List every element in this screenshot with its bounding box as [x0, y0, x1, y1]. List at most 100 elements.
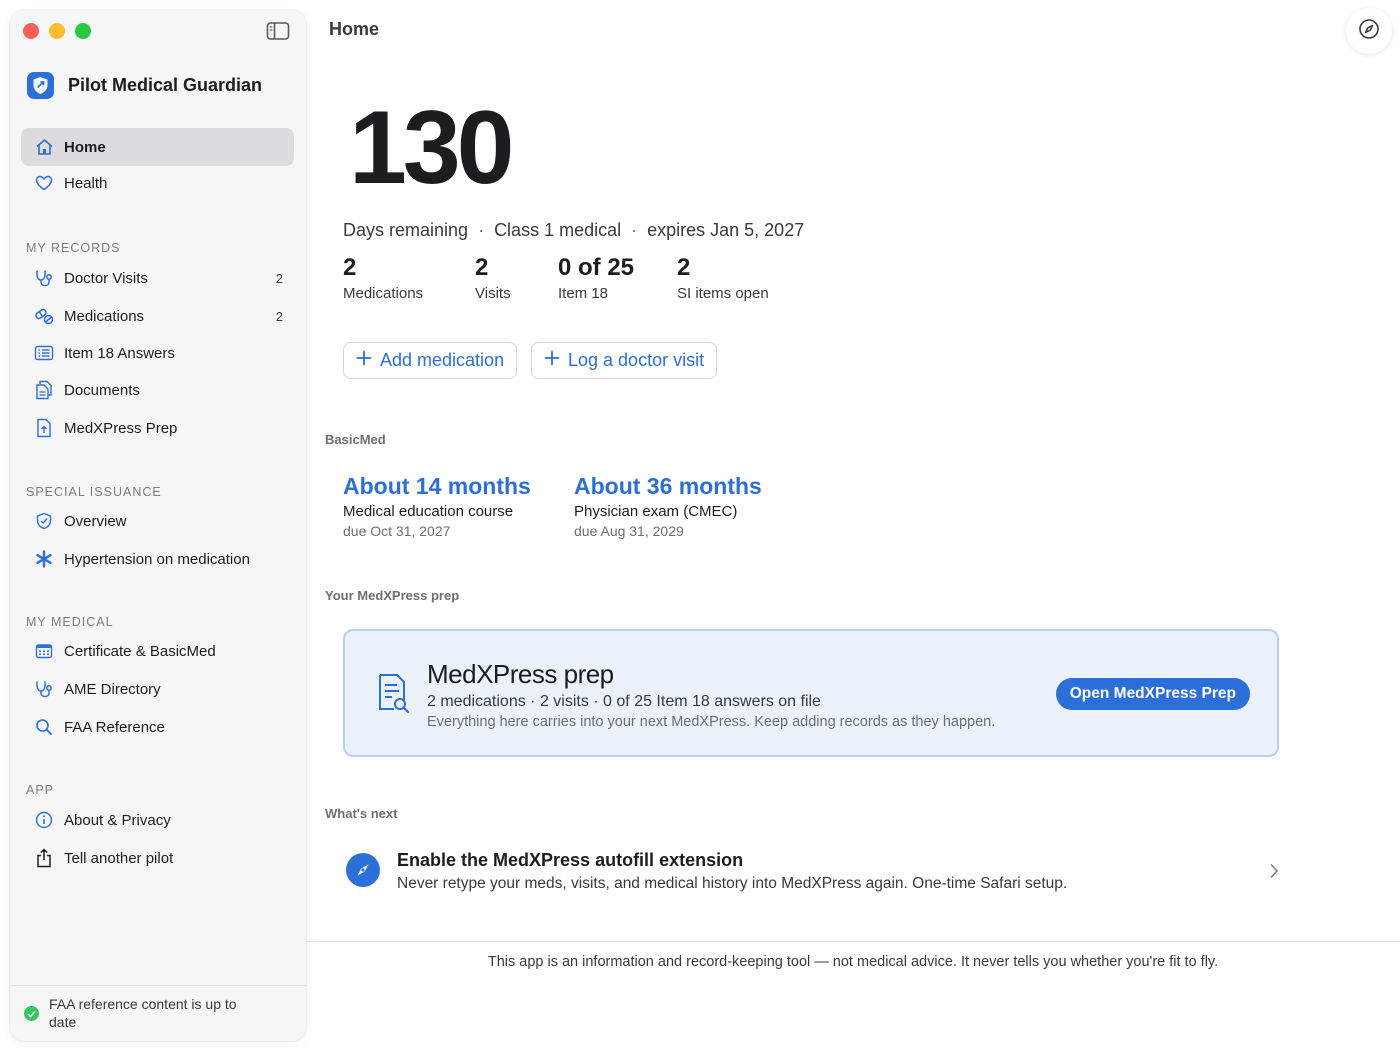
sidebar-item-overview[interactable]: Overview	[21, 502, 294, 540]
sidebar-item-medications[interactable]: Medications 2	[21, 297, 294, 335]
sidebar-item-label: Tell another pilot	[64, 849, 174, 867]
sidebar-item-medxpress-prep[interactable]: MedXPress Prep	[21, 409, 294, 447]
info-icon	[34, 810, 54, 830]
sidebar-item-label: Health	[64, 174, 108, 192]
section-label-special-issuance: SPECIAL ISSUANCE	[26, 485, 162, 499]
basicmed-time: About 36 months	[574, 473, 762, 499]
stat-label: Visits	[475, 285, 511, 302]
close-window-button[interactable]	[23, 23, 39, 39]
footer-divider	[306, 941, 1400, 942]
button-label: Add medication	[380, 350, 505, 370]
count-badge: 2	[275, 270, 283, 286]
share-icon	[34, 848, 54, 868]
section-label-my-medical: MY MEDICAL	[26, 615, 114, 629]
separator: ·	[631, 220, 638, 240]
days-remaining-label: Days remaining	[343, 220, 469, 240]
medical-class: Class 1 medical	[494, 220, 622, 240]
stat-label: Item 18	[558, 285, 609, 302]
sidebar-item-certificate-basicmed[interactable]: Certificate & BasicMed	[21, 632, 294, 670]
sidebar-item-label: Item 18 Answers	[64, 344, 175, 362]
basicmed-due: due Aug 31, 2029	[574, 523, 684, 539]
disclaimer-text: This app is an information and record-ke…	[487, 954, 1219, 970]
medical-summary: Days remaining · Class 1 medical · expir…	[343, 220, 804, 241]
safari-compass-icon	[346, 853, 380, 887]
document-upload-icon	[34, 418, 54, 438]
sidebar-item-doctor-visits[interactable]: Doctor Visits 2	[21, 259, 294, 297]
stat-value: 0 of 25	[558, 254, 635, 281]
heart-icon	[34, 173, 54, 193]
open-medxpress-prep-button[interactable]: Open MedXPress Prep	[1055, 678, 1250, 710]
prep-section-label: Your MedXPress prep	[325, 588, 460, 603]
whats-next-section-label: What's next	[325, 806, 398, 821]
button-label: Log a doctor visit	[568, 350, 705, 370]
medxpress-prep-card: MedXPress prep 2 medications · 2 visits …	[343, 629, 1279, 757]
minimize-window-button[interactable]	[49, 23, 65, 39]
sidebar-item-ame-directory[interactable]: AME Directory	[21, 670, 294, 708]
prep-card-summary: 2 medications · 2 visits · 0 of 25 Item …	[427, 693, 821, 710]
compass-icon	[1358, 18, 1380, 45]
basicmed-due: due Oct 31, 2027	[343, 523, 451, 539]
pills-icon	[34, 306, 54, 326]
sidebar-toggle-icon[interactable]	[266, 21, 290, 41]
app-title: Pilot Medical Guardian	[68, 75, 263, 95]
sidebar-item-about-privacy[interactable]: About & Privacy	[21, 801, 294, 839]
sidebar-item-health[interactable]: Health	[21, 164, 294, 202]
basicmed-course: About 14 months Medical education course…	[343, 473, 531, 539]
stat-value: 2	[677, 254, 691, 281]
plus-icon	[544, 350, 560, 371]
sidebar-item-label: Documents	[64, 381, 140, 399]
search-icon	[34, 717, 54, 737]
sidebar-item-home[interactable]: Home	[21, 128, 294, 166]
app-brand: Pilot Medical Guardian	[27, 72, 262, 99]
stat-si-items: 2 SI items open	[677, 254, 769, 302]
sidebar-item-label: FAA Reference	[64, 718, 165, 736]
sidebar-item-label: Medications	[64, 307, 145, 325]
sidebar-item-label: MedXPress Prep	[64, 419, 178, 437]
next-step-title: Enable the MedXPress autofill extension	[397, 850, 744, 870]
check-circle-icon	[24, 1006, 39, 1021]
prep-card-note: Everything here carries into your next M…	[427, 714, 996, 730]
house-icon	[34, 137, 54, 157]
sidebar-item-label: Overview	[64, 512, 127, 530]
sidebar-item-label: AME Directory	[64, 680, 161, 698]
next-step-description: Never retype your meds, visits, and medi…	[397, 875, 1068, 892]
sidebar: Pilot Medical Guardian Home Health MY RE…	[10, 10, 306, 1041]
sidebar-footer-status: FAA reference content is up to date	[10, 985, 306, 1041]
basicmed-section-label: BasicMed	[325, 432, 386, 447]
sidebar-item-item-18-answers[interactable]: Item 18 Answers	[21, 334, 294, 372]
sidebar-item-label: Home	[64, 138, 106, 156]
app-logo-icon	[27, 72, 54, 99]
plus-icon	[356, 350, 372, 371]
shield-check-icon	[34, 511, 54, 531]
chevron-right-icon	[1267, 862, 1281, 880]
separator: ·	[478, 220, 485, 240]
stat-visits: 2 Visits	[475, 254, 511, 302]
stat-item-18: 0 of 25 Item 18	[558, 254, 634, 302]
calendar-icon	[34, 641, 54, 661]
stethoscope-icon	[34, 268, 54, 288]
sidebar-item-faa-reference[interactable]: FAA Reference	[21, 708, 294, 746]
stat-value: 2	[475, 254, 489, 281]
days-remaining-number: 130	[349, 90, 515, 206]
stethoscope-icon	[34, 679, 54, 699]
list-icon	[34, 343, 54, 363]
stat-label: SI items open	[677, 285, 769, 302]
log-doctor-visit-button[interactable]: Log a doctor visit	[531, 342, 718, 379]
document-search-icon	[377, 673, 411, 714]
sidebar-item-hypertension[interactable]: Hypertension on medication	[21, 540, 294, 578]
add-medication-button[interactable]: Add medication	[343, 342, 518, 379]
section-label-app: APP	[26, 783, 55, 797]
stat-label: Medications	[343, 285, 424, 302]
sidebar-item-tell-another-pilot[interactable]: Tell another pilot	[21, 839, 294, 877]
section-label-my-records: MY RECORDS	[26, 241, 121, 255]
stat-medications: 2 Medications	[343, 254, 423, 302]
sidebar-item-label: Certificate & BasicMed	[64, 642, 216, 660]
window-controls	[23, 23, 91, 39]
prep-card-title: MedXPress prep	[427, 659, 614, 689]
compass-button[interactable]	[1346, 8, 1392, 54]
zoom-window-button[interactable]	[75, 23, 91, 39]
sidebar-item-documents[interactable]: Documents	[21, 371, 294, 409]
enable-extension-row[interactable]: Enable the MedXPress autofill extension …	[343, 840, 1283, 904]
sidebar-item-label: Doctor Visits	[64, 269, 148, 287]
page-title: Home	[329, 19, 380, 39]
